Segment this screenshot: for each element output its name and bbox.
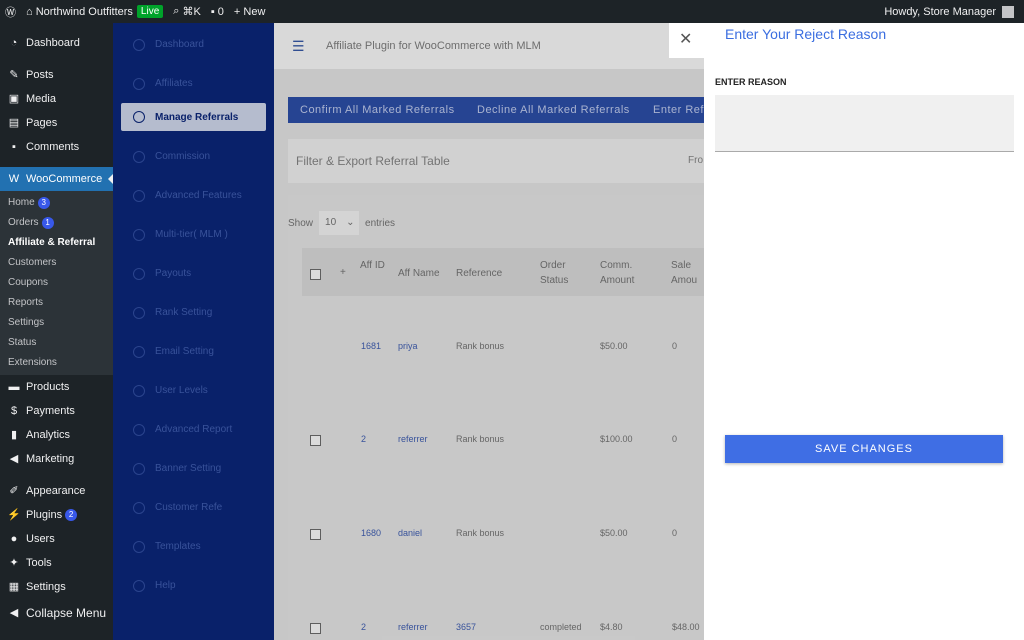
menu-label: Comments [26, 141, 80, 153]
brush-icon: ✐ [9, 485, 19, 497]
megaphone-icon: ◀ [9, 453, 19, 465]
plus-icon: + [233, 5, 244, 18]
settings-icon: ▦ [8, 581, 20, 593]
menu-analytics[interactable]: ▮ Analytics [0, 423, 113, 447]
account-menu[interactable]: Howdy, Store Manager [879, 0, 1019, 23]
submenu-reports[interactable]: Reports [0, 293, 113, 313]
menu-label: Products [26, 381, 70, 393]
menu-payments[interactable]: $ Payments [0, 399, 113, 423]
wrench-icon: ✦ [9, 557, 19, 569]
menu-posts[interactable]: ✎ Posts [0, 63, 113, 87]
menu-settings[interactable]: ▦ Settings [0, 575, 113, 599]
submenu-orders[interactable]: Orders 1 [0, 213, 113, 233]
menu-pages[interactable]: ▤ Pages [0, 111, 113, 135]
site-name-link[interactable]: ⌂ Northwind Outfitters Live [21, 0, 168, 23]
submenu-customers[interactable]: Customers [0, 253, 113, 273]
menu-label: Payments [26, 405, 75, 417]
count-badge: 2 [65, 509, 78, 521]
new-label: New [243, 5, 266, 18]
menu-label: Posts [26, 69, 54, 81]
menu-label: Pages [26, 117, 58, 129]
count-badge: 1 [41, 217, 54, 229]
search-icon: ⌕ [173, 5, 183, 17]
command-search[interactable]: ⌕ ⌘K [168, 0, 206, 23]
home-icon: ⌂ [26, 5, 36, 18]
menu-label: Users [26, 533, 55, 545]
comments-count: 0 [217, 5, 224, 18]
submenu-status[interactable]: Status [0, 333, 113, 353]
admin-sidebar: ◔ Dashboard ✎ Posts ▣ Media ▤ Pages ▪ Comment… [0, 23, 113, 640]
new-content-link[interactable]: + New [229, 0, 271, 23]
menu-label: Analytics [26, 429, 71, 441]
dollar-icon: $ [10, 405, 18, 417]
submenu-label: Home [8, 197, 35, 208]
menu-label: Collapse Menu [26, 606, 107, 620]
shortcut-label: ⌘K [182, 6, 201, 18]
collapse-menu[interactable]: ◀ Collapse Menu [0, 601, 113, 625]
submenu-coupons[interactable]: Coupons [0, 273, 113, 293]
menu-tools[interactable]: ✦ Tools [0, 551, 113, 575]
pin-icon: ✎ [9, 69, 19, 81]
save-changes-button[interactable]: SAVE CHANGES [725, 435, 1003, 463]
submenu-settings[interactable]: Settings [0, 313, 113, 333]
dashboard-icon: ◔ [10, 37, 18, 49]
menu-label: Marketing [26, 453, 75, 465]
menu-label: Tools [26, 557, 52, 569]
menu-label: Plugins [26, 509, 63, 521]
menu-comments[interactable]: ▪ Comments [0, 135, 113, 159]
wordpress-logo-icon[interactable]: Ⓦ [0, 0, 21, 23]
menu-label: WooCommerce [26, 173, 103, 185]
comment-icon: ▪ [12, 141, 16, 153]
menu-label: Appearance [26, 485, 86, 497]
submenu-label: Orders [8, 217, 39, 228]
comments-link[interactable]: ▪ 0 [206, 0, 229, 23]
howdy-text: Howdy, Store Manager [884, 5, 996, 18]
menu-appearance[interactable]: ✐ Appearance [0, 479, 113, 503]
menu-marketing[interactable]: ◀ Marketing [0, 447, 113, 471]
menu-woocommerce[interactable]: W WooCommerce [0, 167, 113, 191]
live-badge: Live [136, 5, 164, 18]
count-badge: 3 [37, 197, 50, 209]
close-icon[interactable]: ✕ [679, 29, 692, 49]
menu-users[interactable]: ● Users [0, 527, 113, 551]
plug-icon: ⚡ [7, 509, 21, 521]
site-name: Northwind Outfitters [35, 5, 133, 18]
media-icon: ▣ [8, 93, 20, 105]
submenu-home[interactable]: Home 3 [0, 193, 113, 213]
menu-plugins[interactable]: ⚡ Plugins 2 [0, 503, 113, 527]
woocommerce-submenu: Home 3 Orders 1 Affiliate & Referral Custo… [0, 191, 113, 375]
woo-icon: W [8, 173, 20, 185]
box-icon: ▬ [8, 381, 20, 393]
user-icon: ● [10, 533, 18, 545]
avatar [1002, 5, 1014, 18]
menu-dashboard[interactable]: ◔ Dashboard [0, 31, 113, 55]
menu-label: Media [26, 93, 56, 105]
panel-title: Enter Your Reject Reason [725, 26, 887, 42]
comment-icon: ▪ [210, 5, 218, 18]
modal-backdrop[interactable] [113, 23, 704, 640]
submenu-affiliate-referral[interactable]: Affiliate & Referral [0, 233, 113, 253]
menu-media[interactable]: ▣ Media [0, 87, 113, 111]
pages-icon: ▤ [8, 117, 20, 129]
collapse-icon: ◀ [9, 607, 19, 619]
menu-products[interactable]: ▬ Products [0, 375, 113, 399]
reason-textarea[interactable] [715, 95, 1014, 152]
reason-label: ENTER REASON [715, 77, 787, 87]
admin-bar: Ⓦ ⌂ Northwind Outfitters Live ⌕ ⌘K ▪ 0 + … [0, 0, 1024, 23]
menu-label: Dashboard [26, 37, 80, 49]
bar-chart-icon: ▮ [10, 429, 18, 441]
menu-label: Settings [26, 581, 66, 593]
submenu-extensions[interactable]: Extensions [0, 353, 113, 373]
